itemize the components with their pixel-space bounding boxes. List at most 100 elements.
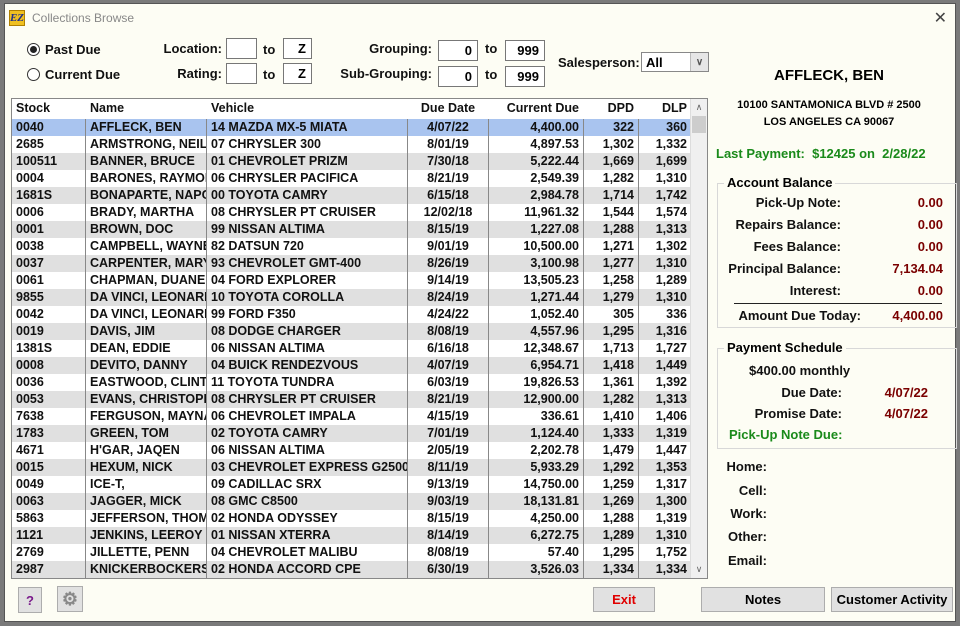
column-header[interactable]: Current Due: [489, 99, 584, 119]
table-cell: 0053: [12, 391, 86, 408]
table-cell: 4/07/22: [408, 119, 489, 136]
table-row[interactable]: 0006 BRADY, MARTHA 08 CHRYSLER PT CRUISER 1…: [12, 204, 707, 221]
table-row[interactable]: 1783 GREEN, TOM 02 TOYOTA CAMRY 7/01/19 1,12…: [12, 425, 707, 442]
table-cell: 1,334: [584, 561, 639, 578]
table-cell: 1,752: [639, 544, 692, 561]
table-cell: 1,295: [584, 544, 639, 561]
table-cell: HEXUM, NICK: [86, 459, 207, 476]
payment-schedule-group: Payment Schedule $400.00 monthly Due Dat…: [717, 340, 957, 449]
column-header[interactable]: Name: [86, 99, 207, 119]
table-cell: 1,227.08: [489, 221, 584, 238]
table-row[interactable]: 4671 H'GAR, JAQEN 06 NISSAN ALTIMA 2/05/19 2…: [12, 442, 707, 459]
table-cell: 1,361: [584, 374, 639, 391]
table-row[interactable]: 0037 CARPENTER, MARY 93 CHEVROLET GMT-400 8…: [12, 255, 707, 272]
table-cell: 0040: [12, 119, 86, 136]
exit-button[interactable]: Exit: [593, 587, 655, 612]
table-row[interactable]: 0061 CHAPMAN, DUANE 04 FORD EXPLORER 9/14/1…: [12, 272, 707, 289]
column-header[interactable]: Vehicle: [207, 99, 408, 119]
settings-button[interactable]: ⚙: [57, 586, 83, 612]
balance-value: 0.00: [917, 195, 943, 210]
scroll-up-icon[interactable]: ∧: [691, 99, 707, 116]
subgrouping-to-input[interactable]: 999: [505, 66, 545, 87]
table-row[interactable]: 0004BARONES, RAYMOND06 CHRYSLER PACIFICA…: [12, 170, 707, 187]
subgrouping-from-input[interactable]: 0: [438, 66, 478, 87]
table-row[interactable]: 0015 HEXUM, NICK 03 CHEVROLET EXPRESS G250…: [12, 459, 707, 476]
table-cell: 1,319: [639, 425, 692, 442]
location-from-input[interactable]: [226, 38, 257, 59]
table-cell: 6/16/18: [408, 340, 489, 357]
table-row[interactable]: 1121 JENKINS, LEEROY 01 NISSAN XTERRA 8/14/…: [12, 527, 707, 544]
table-row[interactable]: 2769 JILLETTE, PENN 04 CHEVROLET MALIBU 8/0…: [12, 544, 707, 561]
column-header[interactable]: DPD: [584, 99, 639, 119]
table-row[interactable]: 0001 BROWN, DOC 99 NISSAN ALTIMA 8/15/19 1,2…: [12, 221, 707, 238]
table-row[interactable]: 0019 DAVIS, JIM 08 DODGE CHARGER 8/08/19 4,5…: [12, 323, 707, 340]
table-row[interactable]: 0042DA VINCI, LEONARDO99 FORD F3504/24/2…: [12, 306, 707, 323]
table-cell: 1,310: [639, 527, 692, 544]
table-row[interactable]: 2987 KNICKERBOCKERSC 02 HONDA ACCORD CPE 6/…: [12, 561, 707, 578]
location-to-input[interactable]: Z: [283, 38, 312, 59]
table-cell: 1,334: [639, 561, 692, 578]
table-row[interactable]: 0008 DEVITO, DANNY 04 BUICK RENDEZVOUS 4/07…: [12, 357, 707, 374]
chevron-down-icon: ∨: [690, 53, 708, 71]
table-row[interactable]: 100511 BANNER, BRUCE 01 CHEVROLET PRIZM 7/3…: [12, 153, 707, 170]
table-cell: 360: [639, 119, 692, 136]
table-cell: 336: [639, 306, 692, 323]
table-cell: BARONES, RAYMOND: [86, 170, 207, 187]
table-cell: 2/05/19: [408, 442, 489, 459]
help-button[interactable]: ?: [18, 587, 42, 613]
table-row[interactable]: 0040 AFFLECK, BEN 14 MAZDA MX-5 MIATA 4/07/…: [12, 119, 707, 136]
table-row[interactable]: 2685 ARMSTRONG, NEIL 07 CHRYSLER 300 8/01/1…: [12, 136, 707, 153]
table-row[interactable]: 9855DA VINCI, LEONARDO10 TOYOTA COROLLA8…: [12, 289, 707, 306]
table-cell: 1,300: [639, 493, 692, 510]
table-row[interactable]: 0063 JAGGER, MICK 08 GMC C8500 9/03/19 18,13…: [12, 493, 707, 510]
grouping-from-input[interactable]: 0: [438, 40, 478, 61]
grouping-to-input[interactable]: 999: [505, 40, 545, 61]
title-bar: EZ Collections Browse: [9, 8, 134, 28]
table-cell: 8/26/19: [408, 255, 489, 272]
column-header[interactable]: DLP: [639, 99, 692, 119]
table-cell: 1,124.40: [489, 425, 584, 442]
past-due-label: Past Due: [45, 42, 101, 57]
scroll-thumb[interactable]: [692, 116, 706, 133]
past-due-radio[interactable]: Past Due: [27, 42, 101, 57]
table-cell: 01 CHEVROLET PRIZM: [207, 153, 408, 170]
promise-date-label: Promise Date:: [754, 406, 842, 421]
salesperson-select[interactable]: All ∨: [641, 52, 709, 72]
table-cell: 5863: [12, 510, 86, 527]
table-row[interactable]: 1381S DEAN, EDDIE 06 NISSAN ALTIMA 6/16/18 1…: [12, 340, 707, 357]
close-button[interactable]: ✕: [934, 8, 947, 28]
table-row[interactable]: 7638FERGUSON, MAYNARD06 CHEVROLET IMPALA…: [12, 408, 707, 425]
rating-from-input[interactable]: [226, 63, 257, 84]
table-cell: 1,288: [584, 510, 639, 527]
current-due-radio[interactable]: Current Due: [27, 67, 120, 82]
table-row[interactable]: 0053EVANS, CHRISTOPHER08 CHRYSLER PT CRU…: [12, 391, 707, 408]
table-cell: 9/14/19: [408, 272, 489, 289]
customer-activity-button[interactable]: Customer Activity: [831, 587, 953, 612]
table-cell: 1,302: [639, 238, 692, 255]
collections-browse-window: EZ Collections Browse ✕ Past Due Current…: [4, 3, 957, 622]
notes-button[interactable]: Notes: [701, 587, 825, 612]
table-cell: 2987: [12, 561, 86, 578]
table-cell: 0049: [12, 476, 86, 493]
table-cell: 1,282: [584, 170, 639, 187]
table-row[interactable]: 5863JEFFERSON, THOMAS02 HONDA ODYSSEY8/1…: [12, 510, 707, 527]
table-cell: 1,727: [639, 340, 692, 357]
table-row[interactable]: 0036 EASTWOOD, CLINT 11 TOYOTA TUNDRA 6/03/…: [12, 374, 707, 391]
customer-address-line2: LOS ANGELES CA 90067: [763, 116, 895, 128]
column-header[interactable]: Stock: [12, 99, 86, 119]
table-cell: GREEN, TOM: [86, 425, 207, 442]
table-cell: 9855: [12, 289, 86, 306]
table-row[interactable]: 0038 CAMPBELL, WAYNE 82 DATSUN 720 9/01/19 1…: [12, 238, 707, 255]
table-row[interactable]: 1681SBONAPARTE, NAPOLEON00 TOYOTA CAMRY6…: [12, 187, 707, 204]
table-row[interactable]: 0049 ICE-T, 09 CADILLAC SRX 9/13/19 14,750.0…: [12, 476, 707, 493]
table-cell: BROWN, DOC: [86, 221, 207, 238]
email-label: Email:: [727, 553, 767, 568]
table-cell: 1,310: [639, 289, 692, 306]
table-cell: 8/15/19: [408, 221, 489, 238]
column-header[interactable]: Due Date: [408, 99, 489, 119]
rating-to-input[interactable]: Z: [283, 63, 312, 84]
table-cell: JEFFERSON, THOMAS: [86, 510, 207, 527]
table-cell: 1,699: [639, 153, 692, 170]
table-cell: JAGGER, MICK: [86, 493, 207, 510]
due-date-label: Due Date:: [781, 385, 842, 400]
